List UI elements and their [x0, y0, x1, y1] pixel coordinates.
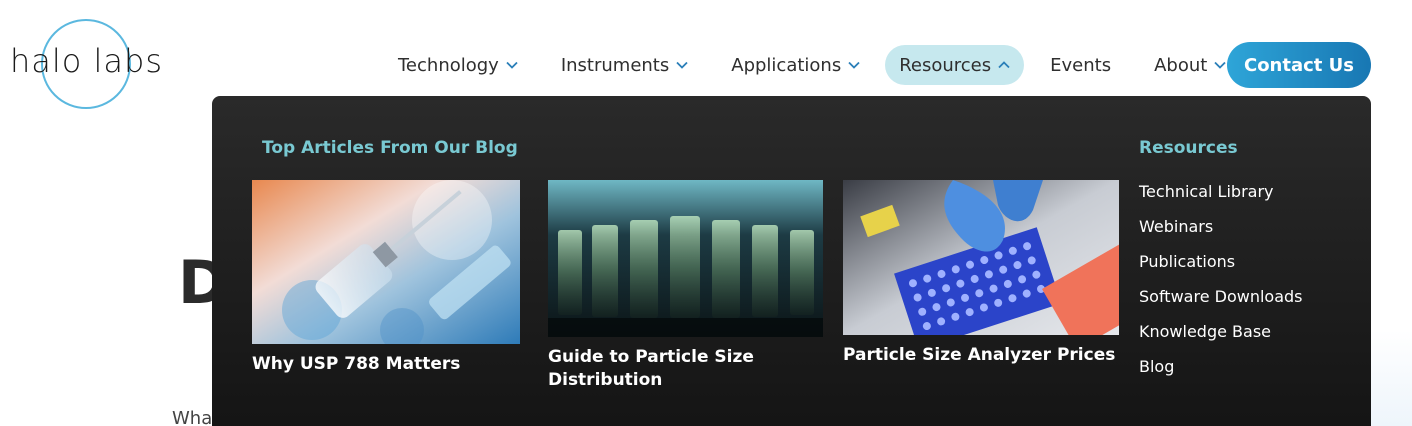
nav-item-instruments[interactable]: Instruments	[549, 45, 700, 85]
resource-link-technical-library[interactable]: Technical Library	[1139, 180, 1302, 215]
nav-item-applications[interactable]: Applications	[719, 45, 872, 85]
nav-label: Technology	[398, 54, 499, 76]
article-title[interactable]: Guide to Particle Size Distribution	[548, 346, 823, 392]
resource-link-blog[interactable]: Blog	[1139, 355, 1302, 390]
nav-item-technology[interactable]: Technology	[386, 45, 530, 85]
nav-item-events[interactable]: Events	[1038, 45, 1123, 85]
nav-label: Events	[1050, 54, 1112, 76]
nav-label: Applications	[731, 54, 842, 76]
article-card[interactable]: Why USP 788 Matters	[252, 180, 520, 376]
test-tubes-image[interactable]	[548, 180, 823, 337]
main-nav: Technology Instruments Applications Reso…	[386, 44, 1257, 86]
chevron-down-icon	[1214, 61, 1226, 69]
chevron-down-icon	[506, 61, 518, 69]
nav-label: Resources	[899, 54, 992, 76]
resource-link-software-downloads[interactable]: Software Downloads	[1139, 285, 1302, 320]
article-title[interactable]: Particle Size Analyzer Prices	[843, 344, 1119, 367]
nav-label: About	[1154, 54, 1208, 76]
nav-label: Instruments	[560, 54, 670, 76]
page-paragraph-fragment: Wha	[172, 408, 213, 426]
logo-text: halo labs	[10, 42, 164, 80]
resources-heading: Resources	[1139, 138, 1238, 158]
nav-item-resources[interactable]: Resources	[885, 45, 1025, 85]
resource-link-knowledge-base[interactable]: Knowledge Base	[1139, 320, 1302, 355]
resources-list: Technical Library Webinars Publications …	[1139, 180, 1302, 390]
logo[interactable]: halo labs	[10, 14, 170, 114]
article-title[interactable]: Why USP 788 Matters	[252, 353, 520, 376]
article-card[interactable]: Guide to Particle Size Distribution	[548, 180, 823, 392]
chevron-down-icon	[676, 61, 688, 69]
article-card[interactable]: Particle Size Analyzer Prices	[843, 180, 1119, 367]
resource-link-webinars[interactable]: Webinars	[1139, 215, 1302, 250]
blog-heading: Top Articles From Our Blog	[262, 138, 518, 158]
resource-link-publications[interactable]: Publications	[1139, 250, 1302, 285]
chevron-down-icon	[848, 61, 860, 69]
chevron-up-icon	[998, 61, 1010, 69]
lab-plate-image[interactable]	[843, 180, 1119, 335]
contact-us-button[interactable]: Contact Us	[1227, 42, 1371, 88]
resources-dropdown: Top Articles From Our Blog Why USP 788 M…	[212, 96, 1371, 426]
syringe-vial-image[interactable]	[252, 180, 520, 344]
nav-item-about[interactable]: About	[1142, 45, 1238, 85]
